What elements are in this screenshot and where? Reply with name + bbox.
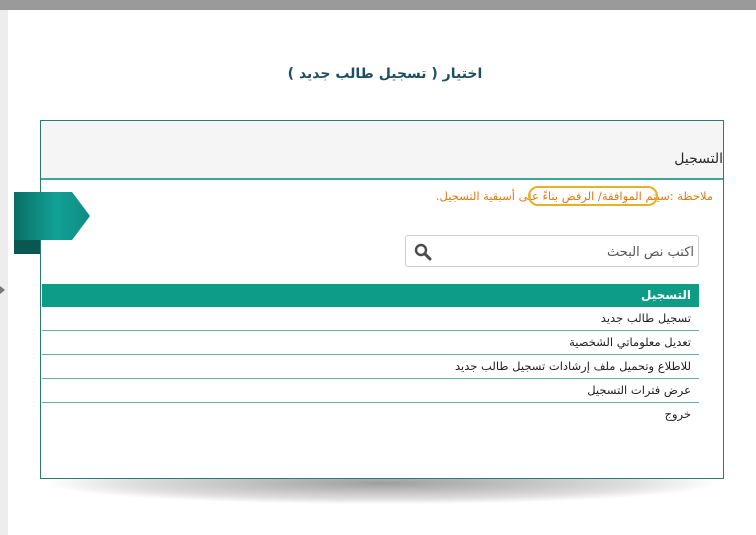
registration-note: ملاحظة :سيتم الموافقة/ الرفض بناءً على أ…: [435, 189, 713, 203]
top-bar: [0, 0, 756, 10]
expand-arrow-icon[interactable]: [0, 286, 5, 294]
menu-header: التسجيل: [42, 284, 699, 307]
card-header: التسجيل: [41, 121, 723, 180]
menu-item-new-student-registration[interactable]: تسجيل طالب جديد: [42, 307, 699, 331]
menu-item-logout[interactable]: خروج: [42, 403, 699, 426]
menu-item-registration-guide[interactable]: للاطلاع وتحميل ملف إرشادات تسجيل طالب جد…: [42, 355, 699, 379]
page-title: اختيار ( تسجيل طالب جديد ): [287, 66, 483, 82]
search-icon[interactable]: [414, 243, 432, 261]
card-header-title: التسجيل: [674, 151, 723, 167]
search-box: [405, 235, 699, 267]
menu-item-registration-periods[interactable]: عرض فترات التسجيل: [42, 379, 699, 403]
registration-card: التسجيل ملاحظة :سيتم الموافقة/ الرفض بنا…: [40, 120, 724, 479]
menu-item-edit-personal-info[interactable]: تعديل معلوماتي الشخصية: [42, 331, 699, 355]
ribbon-decoration: [14, 192, 90, 254]
registration-menu: التسجيل تسجيل طالب جديد تعديل معلوماتي ا…: [42, 284, 699, 426]
search-input[interactable]: [440, 237, 696, 267]
left-edge-strip: [0, 10, 8, 535]
